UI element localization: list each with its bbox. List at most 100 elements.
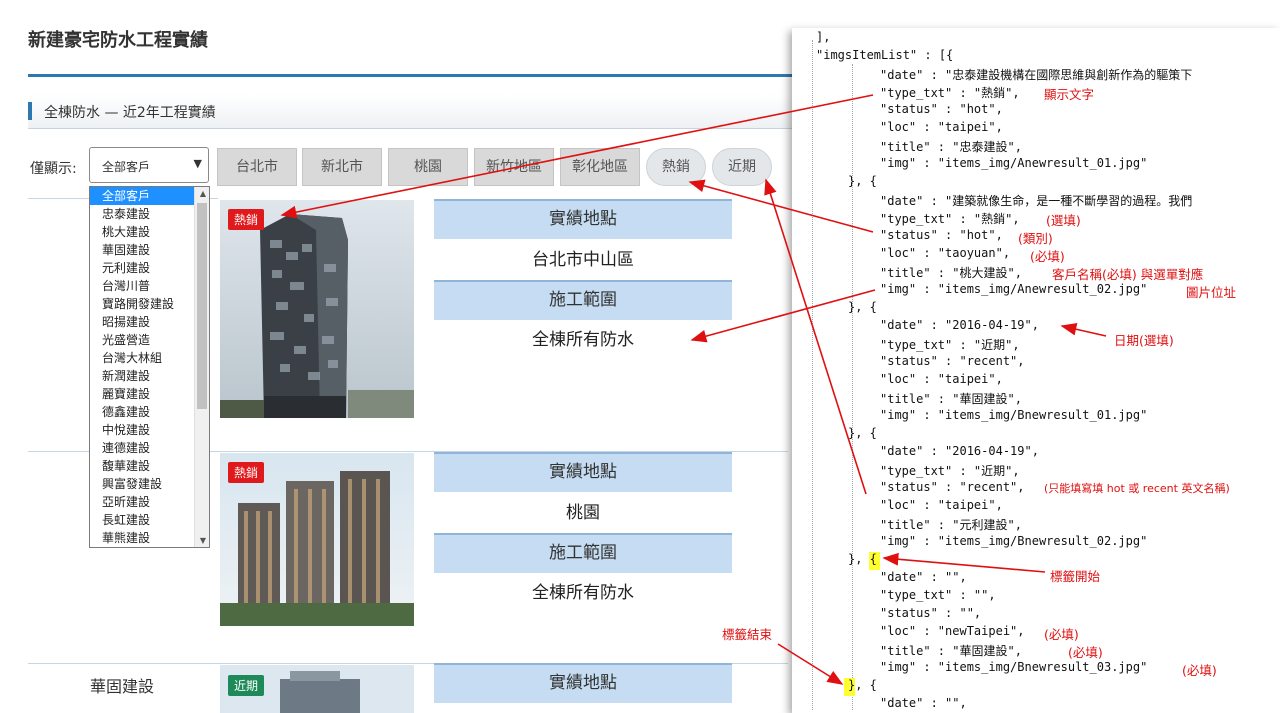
chevron-down-icon: ▼ [193, 157, 202, 170]
scope-value: 全棟所有防水 [532, 583, 634, 603]
dropdown-option[interactable]: 長虹建設 [90, 511, 194, 529]
code-line: "img" : "items_img/Bnewresult_01.jpg" [880, 408, 1148, 422]
dropdown-option[interactable]: 華熊建設 [90, 529, 194, 547]
location-header: 實績地點 [434, 452, 732, 492]
code-line: "type_txt" : "", [880, 588, 996, 602]
region-button-changhua[interactable]: 彰化地區 [560, 148, 640, 186]
annotation-status: (只能填寫填 hot 或 recent 英文名稱) [1044, 482, 1230, 495]
dropdown-option[interactable]: 台灣川普 [90, 277, 194, 295]
project-image[interactable] [220, 200, 414, 418]
code-line: }, { [848, 678, 877, 692]
dropdown-option[interactable]: 麗寶建設 [90, 385, 194, 403]
code-line: "loc" : "taipei", [880, 498, 1003, 512]
dropdown-option[interactable]: 台灣大林組 [90, 349, 194, 367]
code-line: "type_txt" : "熱銷", [880, 212, 1020, 226]
code-line: "loc" : "taipei", [880, 372, 1003, 386]
code-line: }, { [848, 552, 877, 566]
json-code-panel: ], "imgsItemList" : [{ "date" : "忠泰建設機構在國際… [792, 28, 1280, 713]
dropdown-option[interactable]: 德鑫建設 [90, 403, 194, 421]
dropdown-option[interactable]: 元利建設 [90, 259, 194, 277]
region-button-taoyuan[interactable]: 桃園 [388, 148, 468, 186]
section-accent [28, 102, 32, 120]
code-line: "imgsItemList" : [{ [816, 48, 954, 62]
code-line: "date" : "", [880, 570, 967, 584]
location-value: 台北市中山區 [532, 250, 634, 270]
dropdown-option[interactable]: 連德建設 [90, 439, 194, 457]
code-line: "date" : "", [880, 696, 967, 710]
dropdown-option[interactable]: 華固建設 [90, 241, 194, 259]
status-badge: 近期 [228, 675, 265, 696]
dropdown-option[interactable]: 馥華建設 [90, 457, 194, 475]
filter-label: 僅顯示: [30, 161, 77, 177]
code-line: "title" : "桃大建設", [880, 266, 1022, 280]
code-line: "date" : "2016-04-19", [880, 318, 1039, 332]
code-line: "type_txt" : "熱銷", [880, 86, 1020, 100]
region-button-hsinchu[interactable]: 新竹地區 [474, 148, 554, 186]
client-select[interactable]: 全部客戶 ▼ [89, 147, 209, 183]
scroll-up-icon[interactable]: ▲ [200, 189, 206, 198]
section-header: 全棟防水 — 近2年工程實績 [28, 94, 798, 129]
indent-guide [852, 64, 853, 710]
region-button-newtaipei[interactable]: 新北市 [302, 148, 382, 186]
dropdown-option[interactable]: 中悅建設 [90, 421, 194, 439]
dropdown-option[interactable]: 忠泰建設 [90, 205, 194, 223]
dropdown-scrollbar[interactable]: ▲ ▼ [194, 187, 209, 547]
code-line: "status" : "hot", [880, 102, 1003, 116]
section-title: 全棟防水 — 近2年工程實績 [44, 105, 216, 121]
annotation-tag-start: 標籤開始 [1050, 569, 1101, 584]
dropdown-option[interactable]: 昭揚建設 [90, 313, 194, 331]
annotation-category: (類別) [1018, 231, 1053, 246]
dropdown-option[interactable]: 光盛營造 [90, 331, 194, 349]
status-badge: 熱銷 [228, 462, 265, 483]
scope-header: 施工範圍 [434, 533, 732, 573]
client-dropdown-list[interactable]: 全部客戶 忠泰建設 桃大建設 華固建設 元利建設 台灣川普 寶路開發建設 昭揚建… [89, 186, 210, 548]
annotation-client-name: 客戶名稱(必填) 與選單對應 [1052, 267, 1204, 282]
code-line: "title" : "華固建設", [880, 644, 1022, 658]
code-line: }, { [848, 174, 877, 188]
code-line: "img" : "items_img/Bnewresult_02.jpg" [880, 534, 1148, 548]
code-line: "img" : "items_img/Anewresult_01.jpg" [880, 156, 1148, 170]
scope-header: 施工範圍 [434, 280, 732, 320]
annotation-optional: (選填) [1046, 213, 1081, 228]
code-line: "type_txt" : "近期", [880, 338, 1020, 352]
dropdown-option[interactable]: 亞昕建設 [90, 493, 194, 511]
dropdown-option[interactable]: 寶路開發建設 [90, 295, 194, 313]
code-line: "status" : "hot", [880, 228, 1003, 242]
code-line: "type_txt" : "近期", [880, 464, 1020, 478]
code-line: "status" : "", [880, 606, 982, 620]
dropdown-option[interactable]: 新潤建設 [90, 367, 194, 385]
scope-value: 全棟所有防水 [532, 330, 634, 350]
dropdown-option[interactable]: 全部客戶 [90, 187, 194, 205]
scrollbar-thumb[interactable] [197, 203, 207, 409]
client-select-value: 全部客戶 [102, 160, 151, 174]
company-name: 華固建設 [90, 677, 155, 696]
annotation-display-text: 顯示文字 [1044, 87, 1095, 102]
dropdown-option[interactable]: 桃大建設 [90, 223, 194, 241]
location-header: 實績地點 [434, 199, 732, 239]
code-line: "loc" : "newTaipei", [880, 624, 1025, 638]
annotation-image-url: 圖片位址 [1186, 285, 1237, 300]
annotation-required: (必填) [1044, 627, 1079, 642]
code-line: "date" : "2016-04-19", [880, 444, 1039, 458]
scroll-down-icon[interactable]: ▼ [200, 536, 206, 545]
annotation-required: (必填) [1030, 249, 1065, 264]
code-line: "img" : "items_img/Bnewresult_03.jpg" [880, 660, 1148, 674]
code-line: "title" : "忠泰建設", [880, 140, 1022, 154]
page-title: 新建豪宅防水工程實績 [28, 30, 208, 51]
code-line: "status" : "recent", [880, 480, 1025, 494]
annotation-tag-end: 標籤結束 [722, 627, 773, 642]
code-line: "date" : "忠泰建設機構在國際思維與創新作為的驅策下 [880, 68, 1193, 82]
code-line: "status" : "recent", [880, 354, 1025, 368]
location-value: 桃園 [566, 503, 600, 523]
filter-hot-button[interactable]: 熱銷 [646, 148, 706, 186]
dropdown-option[interactable]: 興富發建設 [90, 475, 194, 493]
code-line: "title" : "元利建設", [880, 518, 1022, 532]
annotation-required: (必填) [1068, 645, 1103, 660]
annotation-required: (必填) [1182, 663, 1217, 678]
filter-recent-button[interactable]: 近期 [712, 148, 772, 186]
title-divider [28, 74, 808, 77]
region-button-taipei[interactable]: 台北市 [217, 148, 297, 186]
location-header: 實績地點 [434, 663, 732, 703]
code-line: ], [816, 30, 831, 44]
status-badge: 熱銷 [228, 209, 265, 230]
